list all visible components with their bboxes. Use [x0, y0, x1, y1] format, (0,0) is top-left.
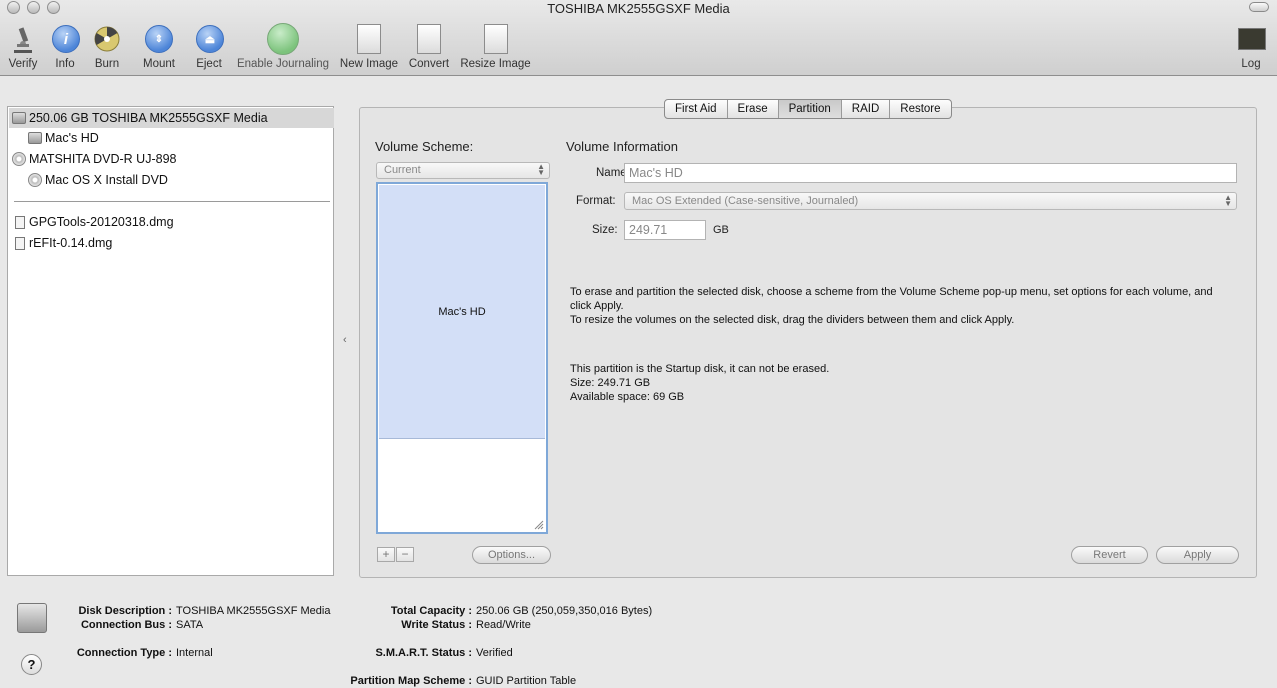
log-button[interactable]: Log: [1236, 22, 1266, 70]
resize-image-icon: [483, 24, 508, 54]
sidebar-item-label: Mac's HD: [45, 131, 99, 145]
optical-drive-icon: [12, 152, 26, 166]
tab-raid[interactable]: RAID: [842, 100, 891, 118]
volume-icon: [28, 132, 42, 144]
size-field[interactable]: 249.71: [624, 220, 706, 240]
sidebar-item-label: 250.06 GB TOSHIBA MK2555GSXF Media: [29, 111, 268, 125]
convert-icon: [417, 24, 441, 54]
partition-map-row: Partition Map Scheme : GUID Partition Tab…: [350, 675, 577, 687]
burn-icon: [91, 22, 123, 56]
sidebar-item-label: MATSHITA DVD-R UJ-898: [29, 152, 177, 166]
verify-label: Verify: [8, 58, 38, 70]
size-unit: GB: [713, 224, 729, 236]
write-status-row: Write Status : Read/Write: [401, 619, 531, 631]
journal-icon: [267, 23, 299, 55]
revert-button[interactable]: Revert: [1071, 546, 1148, 564]
smart-status-row: S.M.A.R.T. Status : Verified: [375, 647, 513, 659]
chevron-updown-icon: ▲ ▼: [537, 162, 545, 177]
disk-info-icon: [17, 603, 47, 633]
mount-button[interactable]: ⇕ Mount: [140, 22, 178, 70]
disk-image-icon: [15, 215, 25, 229]
tab-bar: First Aid Erase Partition RAID Restore: [664, 99, 952, 119]
help-text-1: To erase and partition the selected disk…: [570, 286, 1213, 312]
microscope-icon: [7, 22, 39, 56]
partition-block[interactable]: Mac's HD: [379, 185, 545, 439]
verify-button[interactable]: Verify: [5, 22, 41, 70]
available-space-line: Available space: 69 GB: [570, 391, 685, 403]
connection-bus-row: Connection Bus : SATA: [80, 619, 204, 631]
window-toolbar: TOSHIBA MK2555GSXF Media Verify i Info B…: [0, 0, 1277, 76]
remove-partition-button[interactable]: −: [396, 547, 414, 562]
disk-info-left: Disk Description : TOSHIBA MK2555GSXF Med…: [66, 604, 346, 659]
sidebar-item-gpgtools-dmg[interactable]: GPGTools-20120318.dmg: [15, 212, 174, 232]
toolbar-toggle-button[interactable]: [1249, 2, 1269, 12]
enable-journaling-button[interactable]: Enable Journaling: [236, 22, 330, 70]
sidebar-item-macs-hd[interactable]: Mac's HD: [28, 128, 99, 148]
burn-label: Burn: [94, 58, 120, 70]
window-title: TOSHIBA MK2555GSXF Media: [547, 1, 730, 16]
partition-map[interactable]: Mac's HD: [376, 182, 548, 534]
total-capacity-row: Total Capacity :250.06 GB (250,059,350,0…: [390, 605, 653, 617]
resize-image-label: Resize Image: [460, 58, 531, 70]
disk-sidebar: 250.06 GB TOSHIBA MK2555GSXF Media Mac's…: [7, 106, 334, 576]
apply-button[interactable]: Apply: [1156, 546, 1239, 564]
sidebar-item-refit-dmg[interactable]: rEFIt-0.14.dmg: [15, 233, 112, 253]
volume-scheme-value: Current: [384, 164, 421, 176]
convert-button[interactable]: Convert: [407, 22, 451, 70]
info-button[interactable]: i Info: [50, 22, 80, 70]
log-label: Log: [1241, 58, 1261, 70]
eject-label: Eject: [196, 58, 222, 70]
add-partition-button[interactable]: +: [377, 547, 395, 562]
format-label: Format:: [576, 195, 616, 207]
format-value: Mac OS Extended (Case-sensitive, Journal…: [632, 195, 859, 207]
sidebar-item-label: rEFIt-0.14.dmg: [29, 236, 113, 250]
sidebar-item-install-dvd[interactable]: Mac OS X Install DVD: [28, 170, 168, 190]
options-button[interactable]: Options...: [472, 546, 551, 564]
size-label: Size:: [592, 224, 618, 236]
format-popup[interactable]: Mac OS Extended (Case-sensitive, Journal…: [624, 192, 1237, 210]
partition-label: Mac's HD: [438, 305, 486, 318]
new-image-label: New Image: [339, 58, 399, 70]
sidebar-divider: [14, 201, 330, 202]
connection-type-row: Connection Type : Internal: [76, 647, 213, 659]
tab-first-aid[interactable]: First Aid: [665, 100, 728, 118]
disk-description-row: Disk Description : TOSHIBA MK2555GSXF Med…: [78, 605, 331, 617]
help-text-2: To resize the volumes on the selected di…: [570, 314, 1015, 326]
burn-button[interactable]: Burn: [91, 22, 123, 70]
enable-journaling-label: Enable Journaling: [236, 58, 330, 70]
mount-icon: ⇕: [145, 25, 173, 53]
sidebar-item-dvd-drive[interactable]: MATSHITA DVD-R UJ-898: [12, 149, 176, 169]
disk-image-icon: [15, 236, 25, 250]
log-icon: [1238, 28, 1266, 50]
mount-label: Mount: [143, 58, 175, 70]
size-line: Size: 249.71 GB: [570, 377, 651, 389]
resize-image-button[interactable]: Resize Image: [460, 22, 531, 70]
tab-partition[interactable]: Partition: [778, 100, 842, 118]
volume-scheme-label: Volume Scheme:: [375, 139, 474, 154]
info-label: Info: [55, 58, 75, 70]
sidebar-item-label: GPGTools-20120318.dmg: [29, 215, 174, 229]
resize-grip-icon[interactable]: [534, 520, 544, 530]
volume-scheme-popup[interactable]: Current ▲ ▼: [376, 162, 550, 179]
tab-erase[interactable]: Erase: [728, 100, 779, 118]
disk-info-right: Total Capacity :250.06 GB (250,059,350,0…: [336, 604, 736, 687]
tab-restore[interactable]: Restore: [890, 100, 950, 118]
sidebar-item-toshiba-disk[interactable]: 250.06 GB TOSHIBA MK2555GSXF Media: [12, 108, 268, 128]
new-image-icon: [357, 24, 381, 54]
volume-info-title: Volume Information: [566, 139, 679, 154]
volume-name-field[interactable]: Mac's HD: [624, 163, 1237, 183]
info-icon: i: [52, 25, 80, 53]
sidebar-collapse-handle[interactable]: ‹: [343, 334, 347, 346]
eject-icon: ⏏: [196, 25, 224, 53]
new-image-button[interactable]: New Image: [339, 22, 399, 70]
help-button[interactable]: ?: [21, 654, 42, 675]
chevron-updown-icon: ▲ ▼: [1224, 193, 1232, 208]
convert-label: Convert: [408, 58, 450, 70]
hard-disk-icon: [12, 112, 26, 124]
sidebar-item-label: Mac OS X Install DVD: [45, 173, 168, 187]
startup-note: This partition is the Startup disk, it c…: [570, 363, 830, 375]
eject-button[interactable]: ⏏ Eject: [194, 22, 224, 70]
dvd-icon: [28, 173, 42, 187]
